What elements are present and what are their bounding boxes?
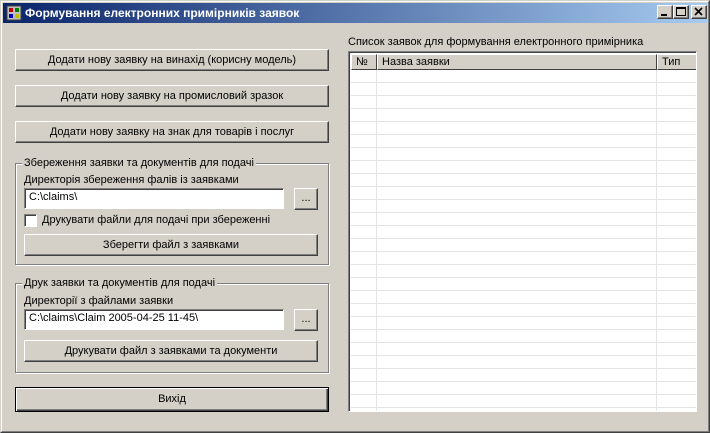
save-dir-browse-button[interactable]: ... xyxy=(294,188,318,210)
add-design-button[interactable]: Додати нову заявку на промисловий зразок xyxy=(15,85,329,107)
claims-list-header: № Назва заявки Тип xyxy=(351,54,696,70)
print-on-save-checkbox[interactable] xyxy=(24,214,37,227)
add-invention-button[interactable]: Додати нову заявку на винахід (корисну м… xyxy=(15,49,329,71)
column-header-name[interactable]: Назва заявки xyxy=(377,54,657,70)
column-header-number[interactable]: № xyxy=(351,54,377,70)
print-claims-button[interactable]: Друкувати файл з заявками та документи xyxy=(24,340,318,362)
title-bar[interactable]: Формування електронних примірників заяво… xyxy=(3,3,707,23)
main-window: Формування електронних примірників заяво… xyxy=(0,0,710,433)
print-group-legend: Друк заявки та документів для подачі xyxy=(22,277,218,290)
print-dir-field[interactable]: C:\claims\Claim 2005-04-25 11-45\ xyxy=(24,309,284,330)
add-trademark-button[interactable]: Додати нову заявку на знак для товарів і… xyxy=(15,121,329,143)
print-dir-browse-button[interactable]: ... xyxy=(294,309,318,331)
print-dir-label: Директорії з файлами заявки xyxy=(24,295,174,307)
maximize-button[interactable] xyxy=(673,5,689,19)
maximize-icon xyxy=(676,7,686,16)
claims-listview[interactable]: № Назва заявки Тип xyxy=(348,51,697,412)
close-icon xyxy=(694,7,703,16)
column-header-type[interactable]: Тип xyxy=(657,54,696,70)
claims-list-body[interactable] xyxy=(351,70,696,411)
print-on-save-label[interactable]: Друкувати файли для подачі при збереженн… xyxy=(42,214,270,227)
close-button[interactable] xyxy=(691,5,707,19)
save-dir-field[interactable]: C:\claims\ xyxy=(24,188,284,209)
column-divider xyxy=(376,70,377,411)
column-divider xyxy=(656,70,657,411)
save-dir-label: Директорія збереження фалів із заявками xyxy=(24,174,239,186)
save-group-legend: Збереження заявки та документів для пода… xyxy=(22,157,256,170)
minimize-button[interactable] xyxy=(657,5,673,19)
exit-button[interactable]: Вихід xyxy=(15,387,329,412)
minimize-icon xyxy=(661,14,667,16)
save-claims-button[interactable]: Зберегти файл з заявками xyxy=(24,234,318,256)
window-title: Формування електронних примірників заяво… xyxy=(25,6,300,20)
claims-list-title: Список заявок для формування електронног… xyxy=(348,36,644,48)
app-icon xyxy=(6,5,22,21)
